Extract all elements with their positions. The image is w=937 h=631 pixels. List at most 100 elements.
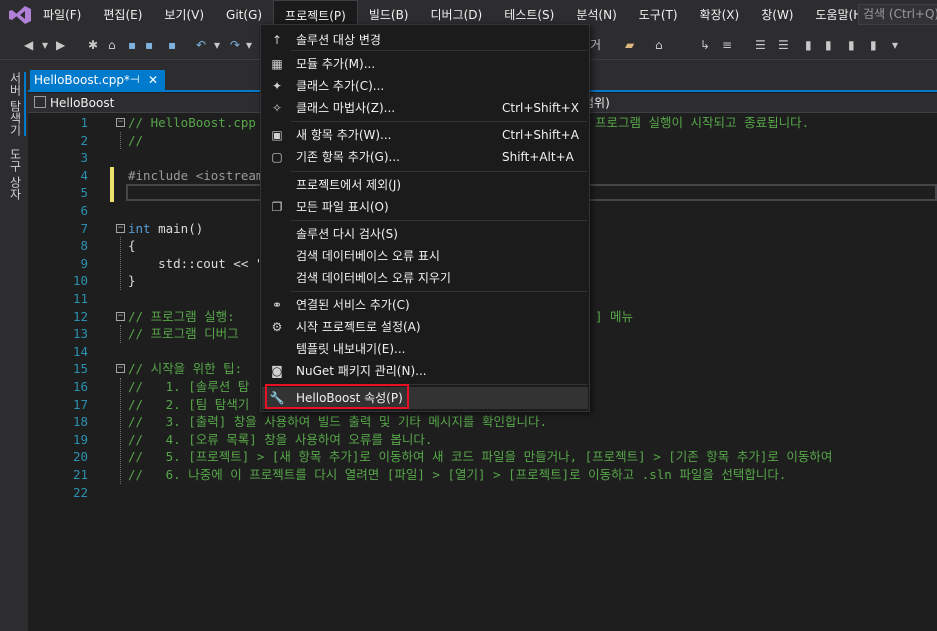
fold-guide bbox=[120, 325, 121, 343]
menu-window[interactable]: 창(W) bbox=[750, 0, 804, 30]
project-icon bbox=[34, 96, 46, 108]
fold-toggle-icon[interactable]: − bbox=[116, 118, 125, 127]
undo-icon[interactable]: ↶ bbox=[196, 38, 206, 52]
menu-item-label: 모든 파일 표시(O) bbox=[296, 200, 389, 214]
menu-tools[interactable]: 도구(T) bbox=[628, 0, 689, 30]
menu-item-add-class[interactable]: ✦ 클래스 추가(C)... bbox=[262, 75, 588, 97]
line-number: 14 bbox=[72, 343, 88, 359]
menu-separator bbox=[291, 171, 587, 172]
menu-view[interactable]: 보기(V) bbox=[153, 0, 215, 30]
project-label: HelloBoost bbox=[50, 96, 115, 110]
highlight-annotation bbox=[265, 384, 409, 409]
new-item-icon: ▣ bbox=[271, 128, 283, 142]
code-text: // 시작을 위한 팁: bbox=[128, 361, 250, 377]
menu-item-label: 연결된 서비스 추가(C) bbox=[296, 298, 410, 312]
fold-toggle-icon[interactable]: − bbox=[116, 364, 125, 374]
menu-item-show-all-files[interactable]: ❐ 모든 파일 표시(O) bbox=[262, 196, 588, 218]
menu-item-label: 솔루션 다시 검사(S) bbox=[296, 227, 398, 241]
new-project-icon[interactable]: ✱ bbox=[88, 38, 98, 52]
menu-item-label: 솔루션 대상 변경 bbox=[296, 33, 381, 47]
redo-icon[interactable]: ↷ bbox=[230, 38, 240, 52]
menu-item-exclude-from-project[interactable]: 프로젝트에서 제외(J) bbox=[262, 174, 588, 196]
menu-item-add-connected-service[interactable]: ⚭ 연결된 서비스 추가(C) bbox=[262, 294, 588, 316]
lines-icon[interactable]: ≡ bbox=[722, 38, 732, 52]
uncomment-icon[interactable]: ☰ bbox=[778, 38, 789, 52]
code-text: // 3. [출력] 창을 사용하여 빌드 출력 및 기타 메시지를 확인합니다… bbox=[128, 414, 547, 430]
pin-icon[interactable]: ⊣ bbox=[130, 70, 140, 90]
menu-item-class-wizard[interactable]: ✧ 클래스 마법사(Z)... Ctrl+Shift+X bbox=[262, 97, 588, 119]
toolbar-text-fragment: 거 bbox=[590, 38, 602, 52]
code-text: // 2. [팀 탐색기 bbox=[128, 396, 250, 412]
code-text: #include <iostream> bbox=[128, 167, 271, 183]
code-text: // 5. [프로젝트] > [새 항목 추가]로 이동하여 새 코드 파일을 … bbox=[128, 449, 833, 465]
menu-edit[interactable]: 편집(E) bbox=[92, 0, 153, 30]
line-number: 11 bbox=[72, 291, 88, 306]
undo-dropdown-icon[interactable]: ▾ bbox=[214, 38, 220, 52]
code-line: 22 bbox=[50, 484, 937, 502]
save-icon[interactable]: ▪ bbox=[128, 38, 136, 52]
class-wizard-icon: ✧ bbox=[271, 101, 283, 115]
code-text: // 프로그램 실행: bbox=[128, 308, 243, 324]
dropdown-arrow-icon[interactable]: ▾ bbox=[42, 38, 48, 52]
line-number: 1 bbox=[80, 115, 88, 130]
home-icon[interactable]: ⌂ bbox=[655, 38, 663, 52]
menu-item-label: 모듈 추가(M)... bbox=[296, 57, 376, 71]
menu-file[interactable]: 파일(F) bbox=[32, 0, 92, 30]
menu-item-clear-db-errors[interactable]: 검색 데이터베이스 오류 지우기 bbox=[262, 267, 588, 289]
line-number: 9 bbox=[80, 255, 88, 271]
bookmark-next-icon[interactable]: ▮ bbox=[848, 38, 855, 52]
forward-icon[interactable]: ▶ bbox=[56, 38, 65, 52]
menu-item-export-template[interactable]: 템플릿 내보내기(E)... bbox=[262, 338, 588, 360]
fold-toggle-icon[interactable]: − bbox=[116, 223, 125, 233]
open-icon[interactable]: ⌂ bbox=[108, 38, 116, 52]
menu-item-label: 클래스 추가(C)... bbox=[296, 79, 385, 93]
toolbar-overflow-icon[interactable]: ▾ bbox=[892, 38, 898, 52]
code-text: // HelloBoost.cpp bbox=[128, 115, 256, 130]
tab-helloboost-cpp[interactable]: HelloBoost.cpp* ⊣ ✕ bbox=[30, 70, 165, 90]
menu-item-add-module[interactable]: ▦ 모듈 추가(M)... bbox=[262, 53, 588, 75]
bookmark-clear-icon[interactable]: ▮ bbox=[870, 38, 877, 52]
fold-guide bbox=[120, 131, 121, 150]
menu-item-label: 시작 프로젝트로 설정(A) bbox=[296, 320, 421, 334]
project-dropdown[interactable]: HelloBoost bbox=[34, 95, 114, 111]
line-number: 2 bbox=[80, 132, 88, 148]
save-all-icon[interactable]: ▪ bbox=[145, 38, 153, 52]
line-number: 13 bbox=[72, 326, 88, 342]
keyword-token: int bbox=[128, 220, 151, 236]
existing-item-icon: ▢ bbox=[271, 150, 283, 164]
bookmark-prev-icon[interactable]: ▮ bbox=[825, 38, 832, 52]
menu-item-rescan-solution[interactable]: 솔루션 다시 검사(S) bbox=[262, 223, 588, 245]
visual-studio-logo-icon[interactable] bbox=[9, 6, 31, 24]
toolbox-tab[interactable]: 도구 상자 bbox=[7, 148, 24, 200]
redo-dropdown-icon[interactable]: ▾ bbox=[246, 38, 252, 52]
fold-guide bbox=[120, 378, 121, 484]
code-line: 20 // 5. [프로젝트] > [새 항목 추가]로 이동하여 새 코드 파일… bbox=[50, 448, 937, 466]
bookmark-icon[interactable]: ▮ bbox=[805, 38, 812, 52]
connected-service-icon: ⚭ bbox=[271, 298, 283, 312]
folder-icon[interactable]: ▰ bbox=[625, 38, 634, 52]
comment-icon[interactable]: ☰ bbox=[755, 38, 766, 52]
step-icon[interactable]: ↳ bbox=[700, 38, 710, 52]
menu-item-set-startup-project[interactable]: ⚙ 시작 프로젝트로 설정(A) bbox=[262, 316, 588, 338]
search-input[interactable]: 검색 (Ctrl+Q) bbox=[858, 4, 937, 25]
menu-item-label: 검색 데이터베이스 오류 표시 bbox=[296, 249, 440, 263]
menu-item-add-existing-item[interactable]: ▢ 기존 항목 추가(G)... Shift+Alt+A bbox=[262, 146, 588, 168]
code-text-tail: 프로그램 실행이 시작되고 종료됩니다. bbox=[595, 115, 810, 130]
menu-item-show-db-errors[interactable]: 검색 데이터베이스 오류 표시 bbox=[262, 245, 588, 267]
back-icon[interactable]: ◀ bbox=[24, 38, 33, 52]
line-number: 5 bbox=[80, 185, 88, 201]
menu-item-retarget-solution[interactable]: ↑ 솔루션 대상 변경 bbox=[262, 29, 588, 51]
menu-extensions[interactable]: 확장(X) bbox=[689, 0, 751, 30]
server-explorer-tab[interactable]: 서버 탐색기 bbox=[7, 72, 26, 136]
line-number: 20 bbox=[72, 449, 88, 465]
menu-item-manage-nuget[interactable]: ◙ NuGet 패키지 관리(N)... bbox=[262, 360, 588, 382]
menu-item-label: 프로젝트에서 제외(J) bbox=[296, 178, 402, 192]
save-all2-icon[interactable]: ▪ bbox=[168, 38, 176, 52]
close-icon[interactable]: ✕ bbox=[148, 70, 158, 90]
fold-toggle-icon[interactable]: − bbox=[116, 311, 125, 321]
menu-item-add-new-item[interactable]: ▣ 새 항목 추가(W)... Ctrl+Shift+A bbox=[262, 124, 588, 146]
line-number: 22 bbox=[72, 484, 88, 500]
menu-separator bbox=[291, 121, 587, 122]
menu-item-shortcut: Ctrl+Shift+A bbox=[502, 128, 579, 142]
project-menu-dropdown: ↑ 솔루션 대상 변경 ▦ 모듈 추가(M)... ✦ 클래스 추가(C)... ✧ 클래스 … bbox=[260, 24, 590, 412]
